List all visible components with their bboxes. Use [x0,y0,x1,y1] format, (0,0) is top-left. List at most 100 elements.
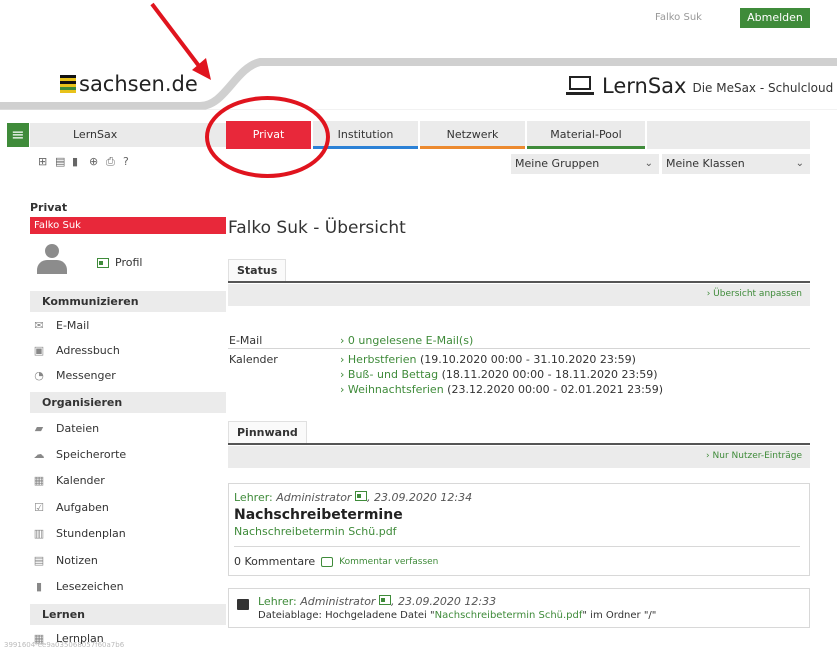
lernsax-brand[interactable]: LernSax Die MeSax - Schulcloud [566,74,833,98]
help-icon[interactable]: ? [123,156,134,167]
post-title: Nachschreibetermine [234,507,403,523]
tab-netzwerk[interactable]: Netzwerk [420,121,525,149]
sidebar-item-lesezeichen[interactable]: ▮ Lesezeichen [30,574,226,598]
comment-count: 0 Kommentare [234,555,316,568]
watermark: 3991604-ee9a035068057f60a7b6 [4,641,125,649]
addressbook-icon: ▣ [33,343,45,357]
email-status-value[interactable]: › 0 ungelesene E-Mail(s) [340,334,473,347]
post-role: Lehrer: [258,595,297,608]
calendar-event[interactable]: › Buß- und Bettag (18.11.2020 00:00 - 18… [340,368,658,381]
sidebar-current-user[interactable]: Falko Suk [30,217,226,234]
profile-card-icon [97,257,109,268]
mail-icon: ✉ [34,318,44,332]
pinnwand-post: Lehrer: Administrator , 23.09.2020 12:33… [228,588,810,628]
calendar-event[interactable]: › Herbstferien (19.10.2020 00:00 - 31.10… [340,353,636,366]
sidebar-section-kommunizieren: Kommunizieren [30,291,226,312]
classes-dropdown[interactable]: Meine Klassen ⌄ [662,154,810,174]
sidebar-item-label: Lesezeichen [56,579,124,593]
timetable-icon: ▥ [33,526,45,540]
calendar-status-label: Kalender [229,353,278,366]
sidebar-item-email[interactable]: ✉ E-Mail [30,313,226,337]
annotation-arrow [150,2,211,80]
sidebar-item-label: Kalender [56,473,105,487]
sidebar-item-label: Adressbuch [56,343,120,357]
files-icon: ▰ [34,421,44,435]
nav-app-label[interactable]: LernSax [30,123,226,147]
avatar [37,244,67,274]
sidebar-item-label: Stundenplan [56,526,126,540]
sidebar-item-label: Notizen [56,553,98,567]
event-range: (18.11.2020 00:00 - 18.11.2020 23:59) [441,368,658,381]
menu-icon[interactable]: ≡ [7,123,29,147]
sitemap-icon[interactable]: ⊞ [38,156,49,167]
tab-material-pool[interactable]: Material-Pool [527,121,645,149]
status-panel-tab[interactable]: Status [228,259,287,281]
post-file-link[interactable]: Nachschreibetermin Schü.pdf [435,610,583,621]
logout-button[interactable]: Abmelden [740,8,810,28]
post-text-after: " im Ordner "/" [582,610,657,621]
sidebar-item-stundenplan[interactable]: ▥ Stundenplan [30,521,226,545]
laptop-icon [566,76,594,96]
sidebar-item-messenger[interactable]: ◔ Messenger [30,363,226,387]
post-author: Administrator [276,491,352,504]
bookmark-icon: ▮ [35,579,43,593]
user-name: Falko Suk [655,12,702,23]
profile-card-icon[interactable] [354,491,367,501]
sidebar-item-speicherorte[interactable]: ☁ Speicherorte [30,442,226,466]
sidebar-heading: Privat [30,201,68,214]
event-range: (23.12.2020 00:00 - 02.01.2021 23:59) [447,383,664,396]
user-entries-link[interactable]: › Nur Nutzer-Einträge [706,451,802,461]
pinnwand-post: Lehrer: Administrator , 23.09.2020 12:34… [228,483,810,576]
sidebar-item-dateien[interactable]: ▰ Dateien [30,416,226,440]
sidebar-item-aufgaben[interactable]: ☑ Aufgaben [30,495,226,519]
sidebar-item-adressbuch[interactable]: ▣ Adressbuch [30,338,226,362]
write-comment-link[interactable]: Kommentar verfassen [339,557,438,567]
notes-icon[interactable]: ▤ [55,156,66,167]
post-date: , 23.09.2020 12:34 [366,491,473,504]
pinnwand-bar: › Nur Nutzer-Einträge [228,446,810,468]
expand-icon[interactable]: ⊕ [89,156,100,167]
event-name: Buß- und Bettag [347,368,439,381]
brand-subtitle: Die MeSax - Schulcloud [692,81,834,95]
chevron-down-icon: ⌄ [644,158,653,169]
classes-dropdown-value: Meine Klassen [666,157,745,170]
sidebar-section-lernen: Lernen [30,604,226,625]
tasks-icon: ☑ [34,500,44,514]
sidebar-item-notizen[interactable]: ▤ Notizen [30,548,226,572]
storage-icon: ☁ [33,447,45,461]
post-text-before: Dateiablage: Hochgeladene Datei " [258,610,435,621]
status-bar: › Übersicht anpassen [228,284,810,306]
brand-name: LernSax [602,74,687,98]
customize-overview-label: Übersicht anpassen [713,289,802,299]
comment-row: 0 Kommentare Kommentar verfassen [234,555,438,568]
folder-icon [237,599,249,610]
event-range: (19.10.2020 00:00 - 31.10.2020 23:59) [419,353,636,366]
post-body: Dateiablage: Hochgeladene Datei "Nachsch… [258,610,656,621]
user-entries-label: Nur Nutzer-Einträge [712,451,802,461]
post-divider [234,546,800,547]
sidebar-item-label: Messenger [56,368,116,382]
post-file-link[interactable]: Nachschreibetermin Schü.pdf [234,525,397,538]
sidebar-item-kalender[interactable]: ▦ Kalender [30,468,226,492]
print-icon[interactable]: ⎙ [106,156,117,167]
calendar-icon: ▦ [33,473,45,487]
groups-dropdown-value: Meine Gruppen [515,157,600,170]
profile-link[interactable]: Profil [97,256,142,269]
post-date: , 23.09.2020 12:33 [390,595,497,608]
profile-label: Profil [115,256,143,269]
customize-overview-link[interactable]: › Übersicht anpassen [707,289,802,299]
sidebar-section-organisieren: Organisieren [30,392,226,413]
comment-bubble-icon[interactable] [321,556,334,567]
pinnwand-panel-tab[interactable]: Pinnwand [228,421,307,443]
pinnwand-divider [228,443,810,445]
sidebar-item-label: E-Mail [56,318,90,332]
profile-card-icon[interactable] [378,595,391,605]
event-name: Weihnachtsferien [347,383,444,396]
sidebar-item-label: Aufgaben [56,500,109,514]
bookmark-icon[interactable]: ▮ [72,156,83,167]
status-divider [228,281,810,283]
groups-dropdown[interactable]: Meine Gruppen ⌄ [511,154,659,174]
event-name: Herbstferien [347,353,417,366]
notes-icon: ▤ [33,553,45,567]
calendar-event[interactable]: › Weihnachtsferien (23.12.2020 00:00 - 0… [340,383,663,396]
